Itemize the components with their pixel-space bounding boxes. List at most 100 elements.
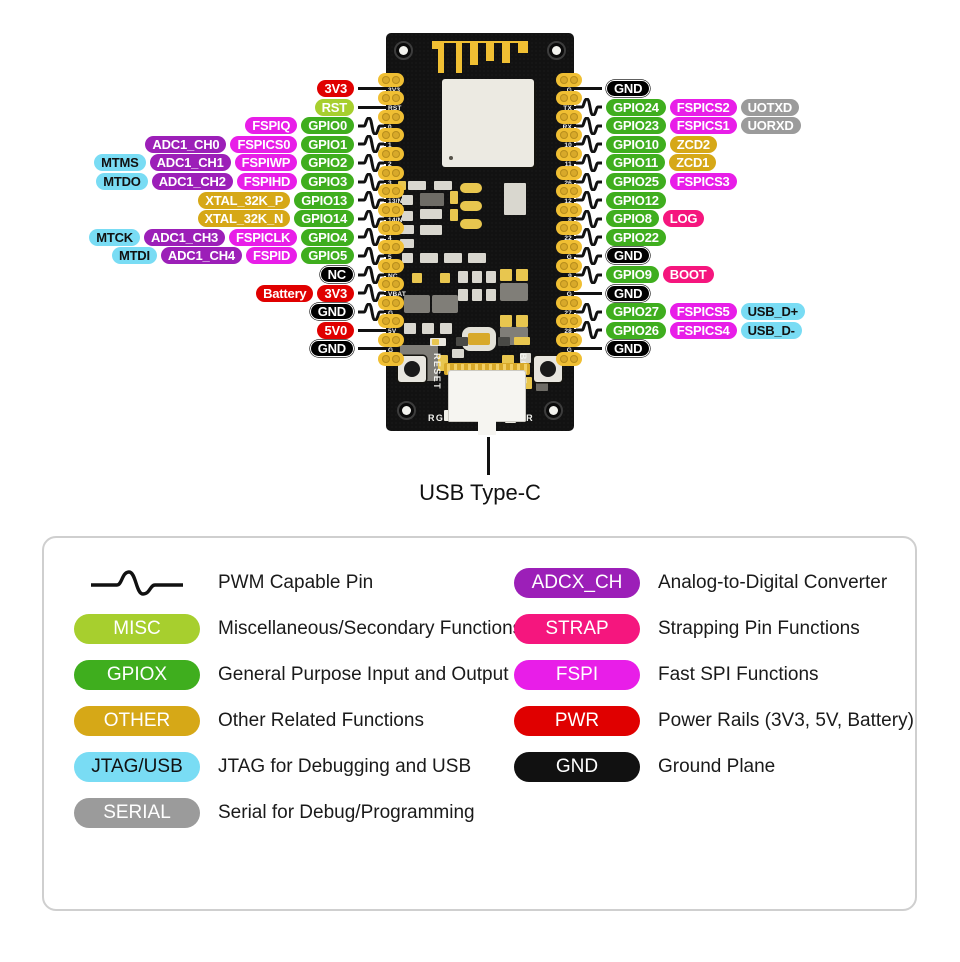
pin-badge-adc: ADC1_CH4 bbox=[160, 247, 242, 265]
legend-label-right-1: Strapping Pin Functions bbox=[658, 618, 860, 639]
pin-pad-l-9 bbox=[378, 239, 404, 254]
legend-chip-pwr: PWR bbox=[514, 706, 640, 736]
pin-pad-r-7 bbox=[556, 202, 582, 217]
legend-left-column: PWM Capable Pin MISC Miscellaneous/Seconda… bbox=[74, 560, 522, 836]
pin-badge-serial: UOTXD bbox=[740, 98, 800, 116]
pin-row-right-1: GPIO24 FSPICS2 UOTXD bbox=[568, 98, 800, 117]
pwm-wave-icon bbox=[91, 570, 183, 596]
legend-label-left-1: Miscellaneous/Secondary Functions bbox=[218, 618, 523, 639]
pin-pad-r-3 bbox=[556, 128, 582, 143]
pin-pad-r-15 bbox=[556, 351, 582, 366]
pin-badge-gpio: GPIO3 bbox=[301, 173, 354, 190]
pin-badge-gpio: GPIO12 bbox=[606, 191, 666, 209]
legend-chip-adc: ADCX_CH bbox=[514, 568, 640, 598]
pin-badge-fspi: FSPIWP bbox=[234, 154, 298, 172]
pin-pad-l-15 bbox=[378, 351, 404, 366]
pin-pad-l-14 bbox=[378, 332, 404, 347]
pin-badge-gnd: GND bbox=[606, 340, 651, 358]
pin-row-right-3: GPIO10 ZCD2 bbox=[568, 135, 717, 154]
pin-pad-l-11 bbox=[378, 277, 404, 292]
pin-pad-r-0 bbox=[556, 72, 582, 87]
pin-pad-r-9 bbox=[556, 239, 582, 254]
pin-badge-strap: BOOT bbox=[662, 266, 714, 283]
pin-pad-l-13 bbox=[378, 314, 404, 329]
mounting-hole-top-right bbox=[547, 41, 566, 60]
pin-pad-r-6 bbox=[556, 184, 582, 199]
pin-row-right-10: GPIO9 BOOT bbox=[568, 265, 714, 284]
legend-item-right-2: FSPI Fast SPI Functions bbox=[514, 652, 914, 698]
legend-label-left-5: Serial for Debug/Programming bbox=[218, 802, 475, 823]
pin-badge-gnd: GND bbox=[309, 303, 354, 321]
pin-badge-gnd: GND bbox=[606, 284, 651, 302]
pin-pad-r-1 bbox=[556, 91, 582, 106]
legend-label-left-2: General Purpose Input and Output bbox=[218, 664, 509, 685]
legend-right-column: ADCX_CH Analog-to-Digital Converter STRAP S… bbox=[514, 560, 914, 790]
pin-badge-pwr: 3V3 bbox=[317, 284, 354, 302]
mounting-hole-bottom-right bbox=[544, 401, 563, 420]
pin-badge-gpio: GPIO11 bbox=[606, 154, 666, 172]
pin-badge-gpio: GPIO25 bbox=[606, 173, 666, 190]
pcb-antenna-icon bbox=[432, 41, 528, 73]
pin-pad-l-2 bbox=[378, 109, 404, 124]
pin-pad-l-6 bbox=[378, 184, 404, 199]
reset-silkscreen-label: RESET bbox=[432, 353, 442, 391]
pin-row-left-5: MTDO ADC1_CH2 FSPIHD GPIO3 bbox=[0, 172, 392, 191]
legend-item-right-4: GND Ground Plane bbox=[514, 744, 914, 790]
pin-badge-jtag_usb: USB_D+ bbox=[740, 303, 806, 321]
pin-badge-jtag_usb: MTCK bbox=[89, 228, 140, 246]
pin-badge-fspi: FSPICS0 bbox=[230, 135, 298, 153]
pin-badge-gpio: GPIO4 bbox=[301, 228, 354, 246]
usb-type-c-caption: USB Type-C bbox=[419, 480, 541, 505]
pin-badge-jtag_usb: MTDI bbox=[111, 247, 157, 265]
pin-pad-l-4 bbox=[378, 146, 404, 161]
legend-label-right-4: Ground Plane bbox=[658, 756, 776, 777]
pin-pad-l-10 bbox=[378, 258, 404, 273]
pin-badge-gnd: GND bbox=[309, 340, 354, 358]
pin-badge-gpio: GPIO22 bbox=[606, 228, 666, 246]
pin-row-left-3: ADC1_CH0 FSPICS0 GPIO1 bbox=[0, 135, 392, 154]
pin-row-right-2: GPIO23 FSPICS1 UORXD bbox=[568, 116, 801, 135]
pin-badge-jtag_usb: MTMS bbox=[94, 154, 146, 172]
legend-chip-other: OTHER bbox=[74, 706, 200, 736]
pin-badge-other: XTAL_32K_P bbox=[198, 191, 291, 209]
pin-pad-r-12 bbox=[556, 295, 582, 310]
legend-label-left-4: JTAG for Debugging and USB bbox=[218, 756, 472, 777]
pin-pad-l-8 bbox=[378, 221, 404, 236]
rf-shield-can bbox=[442, 79, 534, 167]
legend-chip-fspi: FSPI bbox=[514, 660, 640, 690]
pin-badge-gpio: GPIO23 bbox=[606, 117, 666, 135]
legend-item-right-3: PWR Power Rails (3V3, 5V, Battery) bbox=[514, 698, 914, 744]
pin-badge-strap: LOG bbox=[662, 210, 705, 228]
pin-badge-jtag_usb: USB_D- bbox=[740, 321, 802, 339]
pin-pad-l-7 bbox=[378, 202, 404, 217]
pin-badge-gpio: GPIO14 bbox=[294, 210, 354, 228]
pin-badge-other: XTAL_32K_N bbox=[197, 210, 291, 228]
pin-badge-gpio: GPIO0 bbox=[301, 117, 354, 135]
pin-badge-gpio: GPIO10 bbox=[606, 135, 666, 153]
legend-item-right-0: ADCX_CH Analog-to-Digital Converter bbox=[514, 560, 914, 606]
pin-badge-fspi: FSPICS5 bbox=[669, 303, 737, 321]
legend-label-right-2: Fast SPI Functions bbox=[658, 664, 819, 685]
pin-badge-adc: ADC1_CH1 bbox=[149, 154, 231, 172]
development-board: RESET BOOT RGB PWR 3V3RST012313/N14/N45N… bbox=[378, 33, 582, 435]
pin-row-left-12: GND bbox=[0, 302, 392, 321]
pin-badge-adc: ADC1_CH0 bbox=[145, 135, 227, 153]
pin-row-left-13: 5V0 bbox=[0, 321, 392, 339]
pin-row-left-1: RST bbox=[0, 98, 392, 116]
pin-badge-serial: UORXD bbox=[740, 117, 801, 135]
legend-label-left-3: Other Related Functions bbox=[218, 710, 424, 731]
legend-chip-gnd: GND bbox=[514, 752, 640, 782]
legend-chip-strap: STRAP bbox=[514, 614, 640, 644]
pin-badge-jtag_usb: MTDO bbox=[96, 173, 148, 190]
legend-chip-misc: MISC bbox=[74, 614, 200, 644]
pin-badge-pwr: 3V3 bbox=[317, 80, 354, 97]
legend-item-left-3: OTHER Other Related Functions bbox=[74, 698, 522, 744]
legend-item-left-5: SERIAL Serial for Debug/Programming bbox=[74, 790, 522, 836]
legend-label-right-3: Power Rails (3V3, 5V, Battery) bbox=[658, 710, 914, 731]
pin-badge-misc: RST bbox=[314, 98, 354, 116]
usb-pointer-line bbox=[487, 437, 490, 475]
pin-pad-r-5 bbox=[556, 165, 582, 180]
pin-pad-r-11 bbox=[556, 277, 582, 292]
pin-row-right-13: GPIO26 FSPICS4 USB_D- bbox=[568, 321, 802, 340]
mounting-hole-bottom-left bbox=[397, 401, 416, 420]
